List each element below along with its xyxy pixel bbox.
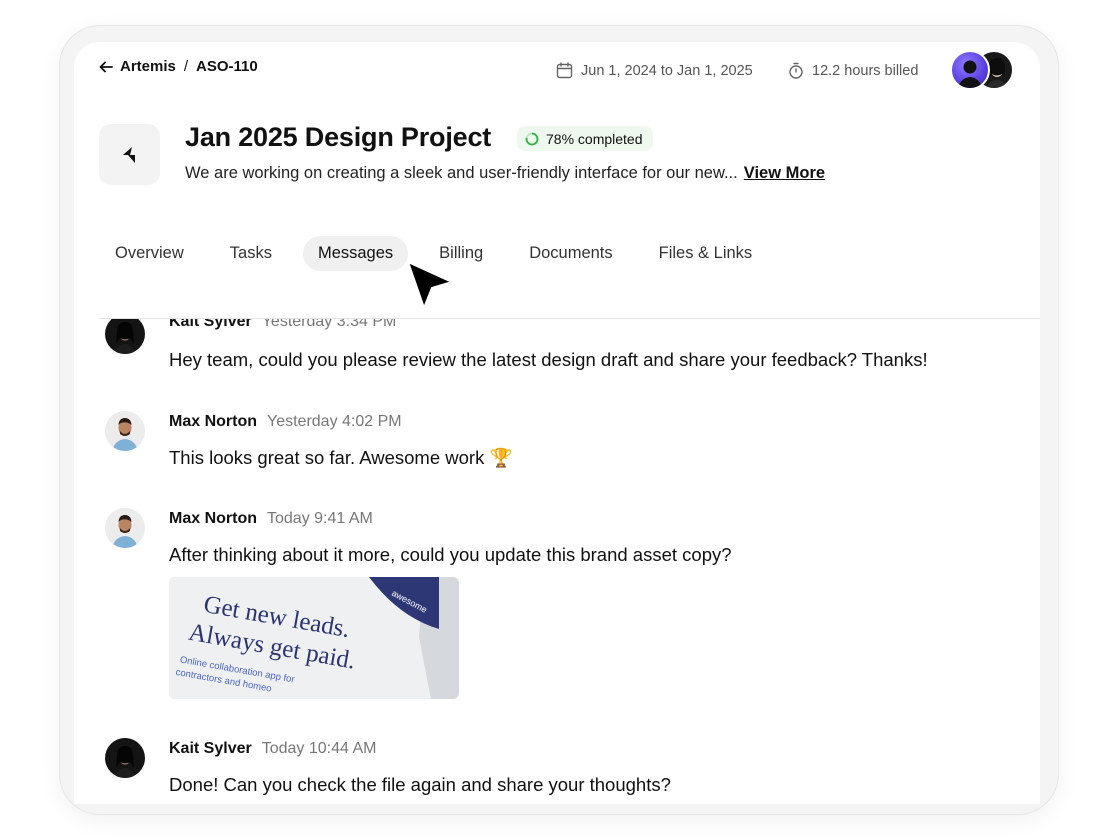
date-range: Jun 1, 2024 to Jan 1, 2025 (556, 62, 753, 79)
tab-overview[interactable]: Overview (100, 236, 199, 271)
project-description-text: We are working on creating a sleek and u… (185, 164, 738, 182)
member-avatars[interactable] (950, 50, 1020, 92)
message-author-line: Max Norton Yesterday 4:02 PM (169, 413, 402, 431)
project-title: Jan 2025 Design Project (185, 122, 492, 152)
top-bar: Artemis / ASO-110 Jun 1, 2024 to Jan 1, … (74, 42, 1040, 102)
message-author-line: Max Norton Today 9:41 AM (169, 510, 373, 528)
message-author[interactable]: Kait Sylver (169, 740, 252, 757)
message-time: Today 9:41 AM (267, 510, 373, 527)
message-author[interactable]: Max Norton (169, 413, 257, 430)
message-time: Yesterday 4:02 PM (267, 413, 402, 430)
message-list[interactable]: Kait Sylver Yesterday 3:34 PM Hey team, c… (74, 319, 1040, 804)
breadcrumb-workspace[interactable]: Artemis (120, 58, 176, 75)
breadcrumb-project-id: ASO-110 (196, 58, 258, 75)
date-range-text: Jun 1, 2024 to Jan 1, 2025 (581, 62, 753, 79)
message-text: After thinking about it more, could you … (169, 544, 732, 565)
project-logo (99, 124, 160, 185)
tab-files-links[interactable]: Files & Links (644, 236, 768, 271)
project-description: We are working on creating a sleek and u… (185, 164, 825, 183)
message-text: This looks great so far. Awesome work 🏆 (169, 447, 513, 468)
breadcrumb: Artemis / ASO-110 (98, 58, 258, 75)
message-author[interactable]: Max Norton (169, 510, 257, 527)
avatar-kait-sylver[interactable] (105, 738, 145, 778)
progress-ring-icon (525, 132, 539, 145)
progress-label: 78% completed (546, 130, 643, 147)
avatar-member-1[interactable] (950, 50, 990, 90)
arrow-left-icon[interactable] (98, 59, 114, 75)
message-author[interactable]: Kait Sylver (169, 319, 252, 330)
app-screen: Artemis / ASO-110 Jun 1, 2024 to Jan 1, … (74, 42, 1040, 804)
view-more-link[interactable]: View More (744, 164, 825, 182)
avatar-max-norton[interactable] (105, 508, 145, 548)
stopwatch-icon (789, 62, 803, 79)
image-attachment[interactable]: awesome Get new leads. Always get paid. … (169, 577, 459, 699)
breadcrumb-separator: / (183, 58, 189, 75)
tab-tasks[interactable]: Tasks (215, 236, 287, 271)
message-time: Yesterday 3:34 PM (261, 319, 397, 330)
cursor-pointer-icon (407, 261, 453, 309)
tab-messages[interactable]: Messages (302, 235, 409, 271)
message-text: Done! Can you check the file again and s… (169, 774, 671, 795)
hours-billed: 12.2 hours billed (788, 62, 918, 79)
logo-mark-icon (122, 146, 135, 163)
message-time: Today 10:44 AM (261, 740, 377, 757)
progress-badge: 78% completed (517, 126, 653, 151)
tab-documents[interactable]: Documents (514, 236, 627, 271)
message-author-line: Kait Sylver Today 10:44 AM (169, 740, 376, 758)
message-text: Hey team, could you please review the la… (169, 349, 928, 370)
calendar-icon (556, 62, 573, 79)
avatar-kait-sylver[interactable] (105, 319, 145, 354)
hours-billed-text: 12.2 hours billed (812, 62, 919, 79)
avatar-max-norton[interactable] (105, 411, 145, 451)
message-author-line: Kait Sylver Yesterday 3:34 PM (169, 319, 396, 331)
